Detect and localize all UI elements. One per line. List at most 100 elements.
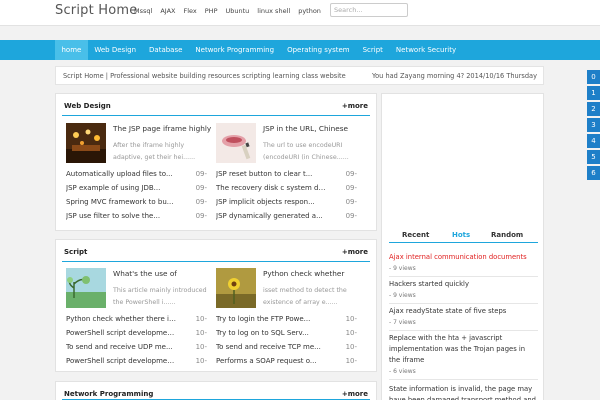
list-item[interactable]: JSP implicit objects respon... 09- [216, 198, 361, 210]
more-link[interactable]: +more [342, 390, 368, 398]
list-item-title[interactable]: To send and receive UDP me... [66, 343, 178, 351]
top-nav-item[interactable]: Flex [183, 7, 196, 15]
top-bar: Script Home Mssql AJAX Flex PHP Ubuntu l… [0, 0, 600, 26]
sidebar-item: Replace with the hta + javascript implem… [389, 333, 538, 380]
list-item[interactable]: PowerShell script developmen... 10- [66, 329, 211, 341]
top-nav-item[interactable]: linux shell [257, 7, 290, 15]
list-item[interactable]: PowerShell script developmen... 10- [66, 357, 211, 369]
list-item-title[interactable]: Try to log on to SQL Serv... [216, 329, 328, 337]
featured-desc: isset method to detect the existence of … [263, 287, 347, 306]
list-item-title[interactable]: Python check whether there is... [66, 315, 178, 323]
sidebar-item-views: - 6 views [389, 368, 416, 375]
panel-header: Network Programming +more [62, 382, 370, 400]
nav-item-network-security[interactable]: Network Security [389, 40, 462, 60]
list-item-date: 10- [195, 343, 207, 351]
more-link[interactable]: +more [342, 248, 368, 256]
top-nav-item[interactable]: python [298, 7, 321, 15]
tab-random[interactable]: Random [491, 231, 523, 239]
list-item-title[interactable]: PowerShell script developmen... [66, 329, 178, 337]
nav-item-web-design[interactable]: Web Design [88, 40, 143, 60]
list-item-date: 10- [345, 315, 357, 323]
side-number-tab[interactable]: 3 [587, 118, 600, 132]
side-number-tab[interactable]: 0 [587, 70, 600, 84]
article-thumbnail[interactable] [66, 268, 106, 308]
panel-header: Script +more [62, 240, 370, 262]
top-nav: Mssql AJAX Flex PHP Ubuntu linux shell p… [134, 7, 321, 15]
side-number-tab[interactable]: 1 [587, 86, 600, 100]
list-item-title[interactable]: Performs a SOAP request o... [216, 357, 328, 365]
sidebar-item: State information is invalid, the page m… [389, 384, 538, 400]
featured-title[interactable]: Python check whether [263, 269, 344, 278]
list-item[interactable]: JSP example of using JDB... 09- [66, 184, 211, 196]
side-number-tab[interactable]: 5 [587, 150, 600, 164]
list-item[interactable]: JSP dynamically generated a... 09- [216, 212, 361, 224]
sidebar-item: Hackers started quickly - 9 views [389, 279, 538, 304]
list-item[interactable]: The recovery disk c system de... 09- [216, 184, 361, 196]
featured-title[interactable]: What's the use of [113, 269, 177, 278]
list-item-title[interactable]: Automatically upload files to... [66, 170, 178, 178]
sidebar-item-title[interactable]: Hackers started quickly [389, 279, 538, 290]
side-number-tabs: 0 1 2 3 4 5 6 [587, 70, 600, 182]
top-nav-item[interactable]: Mssql [134, 7, 152, 15]
list-item[interactable]: Try to login the FTP Powe... 10- [216, 315, 361, 327]
top-nav-item[interactable]: PHP [205, 7, 218, 15]
list-item[interactable]: Try to log on to SQL Serv... 10- [216, 329, 361, 341]
featured-desc: This article mainly introduced the Power… [113, 287, 207, 306]
nav-item-home[interactable]: home [55, 40, 88, 60]
main-nav: home Web Design Database Network Program… [0, 40, 600, 60]
sidebar-item-title[interactable]: Replace with the hta + javascript implem… [389, 333, 538, 366]
featured-title[interactable]: JSP in the URL, Chinese [263, 124, 348, 133]
sidebar-item-title[interactable]: State information is invalid, the page m… [389, 384, 538, 400]
nav-item-network-programming[interactable]: Network Programming [189, 40, 281, 60]
nav-item-operating-system[interactable]: Operating system [281, 40, 357, 60]
greeting-date: You had Zayang morning 4? 2014/10/16 Thu… [372, 72, 537, 80]
info-bar: Script Home | Professional website build… [55, 66, 544, 85]
list-item-date: 10- [195, 329, 207, 337]
article-thumbnail[interactable] [66, 123, 106, 163]
list-item-title[interactable]: JSP use filter to solve the... [66, 212, 178, 220]
list-item[interactable]: To send and receive TCP me... 10- [216, 343, 361, 355]
tab-hots[interactable]: Hots [452, 231, 470, 239]
sidebar-item-title[interactable]: Ajax readyState state of five steps [389, 306, 538, 317]
top-nav-item[interactable]: AJAX [160, 7, 175, 15]
article-thumbnail[interactable] [216, 123, 256, 163]
featured-title[interactable]: The JSP page iframe highly [113, 124, 211, 133]
sidebar-item: Ajax readyState state of five steps - 7 … [389, 306, 538, 331]
list-item[interactable]: Performs a SOAP request o... 10- [216, 357, 361, 369]
side-number-tab[interactable]: 6 [587, 166, 600, 180]
list-item-date: 10- [345, 357, 357, 365]
list-item-title[interactable]: JSP reset button to clear t... [216, 170, 328, 178]
search-input[interactable] [330, 3, 408, 17]
list-item[interactable]: Python check whether there is... 10- [66, 315, 211, 327]
list-item-date: 09- [195, 198, 207, 206]
panel-network-programming: Network Programming +more [55, 381, 377, 400]
sidebar-tabs: Recent Hots Random [389, 230, 538, 243]
list-item-title[interactable]: To send and receive TCP me... [216, 343, 328, 351]
list-item[interactable]: JSP reset button to clear t... 09- [216, 170, 361, 182]
list-item-title[interactable]: Spring MVC framework to bu... [66, 198, 178, 206]
list-item[interactable]: Automatically upload files to... 09- [66, 170, 211, 182]
list-item-title[interactable]: JSP implicit objects respon... [216, 198, 328, 206]
more-link[interactable]: +more [342, 102, 368, 110]
sidebar-item-title[interactable]: Ajax internal communication documents [389, 252, 538, 263]
nav-item-script[interactable]: Script [356, 40, 389, 60]
side-number-tab[interactable]: 2 [587, 102, 600, 116]
list-item-date: 10- [195, 357, 207, 365]
site-logo[interactable]: Script Home [55, 3, 137, 18]
article-thumbnail[interactable] [216, 268, 256, 308]
list-item-title[interactable]: JSP example of using JDB... [66, 184, 178, 192]
panel-web-design: Web Design +more The JSP page iframe hig… [55, 93, 377, 231]
tab-recent[interactable]: Recent [402, 231, 429, 239]
top-nav-item[interactable]: Ubuntu [226, 7, 250, 15]
nav-item-database[interactable]: Database [143, 40, 189, 60]
list-item[interactable]: JSP use filter to solve the... 09- [66, 212, 211, 224]
sidebar-item-views: - 9 views [389, 265, 416, 272]
side-number-tab[interactable]: 4 [587, 134, 600, 148]
list-item-title[interactable]: JSP dynamically generated a... [216, 212, 328, 220]
list-item-title[interactable]: PowerShell script developmen... [66, 357, 178, 365]
list-item-date: 10- [195, 315, 207, 323]
list-item-title[interactable]: The recovery disk c system de... [216, 184, 328, 192]
list-item[interactable]: Spring MVC framework to bu... 09- [66, 198, 211, 210]
list-item-title[interactable]: Try to login the FTP Powe... [216, 315, 328, 323]
list-item[interactable]: To send and receive UDP me... 10- [66, 343, 211, 355]
